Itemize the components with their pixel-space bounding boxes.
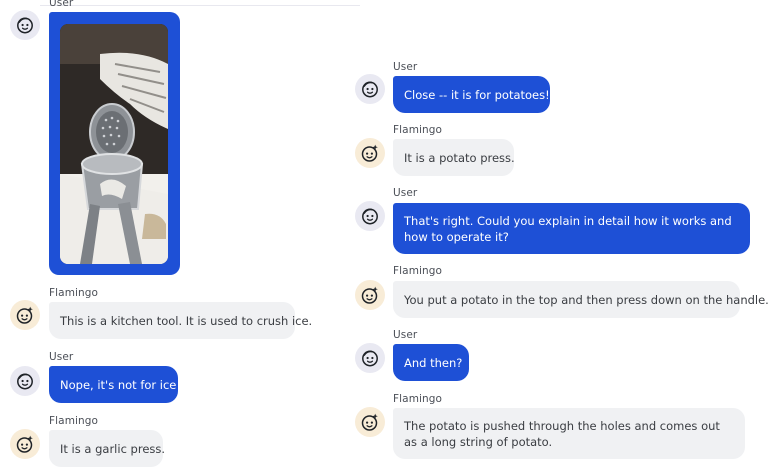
sender-label: User [393,61,418,73]
message-bubble[interactable]: That's right. Could you explain in detai… [393,203,750,254]
message-bubble[interactable]: The potato is pushed through the holes a… [393,408,745,459]
flamingo-face-icon [360,285,380,305]
sender-label: Flamingo [393,393,443,405]
flamingo-face-icon [360,143,380,163]
sender-label: Flamingo [393,124,443,136]
message-bubble[interactable]: It is a potato press. [393,139,515,176]
left-chat-panel: User Flamingo This is a kitchen tool. It… [0,0,360,467]
user-avatar [355,74,385,104]
message-bubble[interactable]: And then? [393,344,469,381]
flamingo-face-icon [15,434,35,454]
sender-label: User [49,351,74,363]
user-avatar [355,201,385,231]
sender-label: User [393,187,418,199]
user-avatar [10,366,40,396]
message-bubble[interactable]: Close -- it is for potatoes! [393,76,550,113]
user-avatar [10,10,40,40]
top-divider [40,5,360,6]
user-face-icon [360,348,380,368]
bot-avatar [355,280,385,310]
sender-label: User [393,329,418,341]
sender-label: Flamingo [49,287,99,299]
sender-label: User [49,0,74,9]
sender-label: Flamingo [49,415,99,427]
user-face-icon [360,79,380,99]
bot-avatar [355,138,385,168]
user-face-icon [15,15,35,35]
flamingo-face-icon [360,412,380,432]
image-message-bubble[interactable] [49,12,180,275]
user-face-icon [360,206,380,226]
bot-avatar [10,429,40,459]
user-avatar [355,343,385,373]
user-face-icon [15,371,35,391]
sender-label: Flamingo [393,265,443,277]
bot-avatar [355,407,385,437]
right-chat-panel: User Close -- it is for potatoes! Flamin… [348,0,770,467]
bot-avatar [10,300,40,330]
message-bubble[interactable]: Nope, it's not for ice! [49,366,181,403]
message-bubble[interactable]: It is a garlic press. [49,430,165,467]
message-bubble[interactable]: This is a kitchen tool. It is used to cr… [49,302,312,339]
message-bubble[interactable]: You put a potato in the top and then pre… [393,281,769,318]
flamingo-face-icon [15,305,35,325]
kitchen-tool-photo[interactable] [60,24,168,264]
